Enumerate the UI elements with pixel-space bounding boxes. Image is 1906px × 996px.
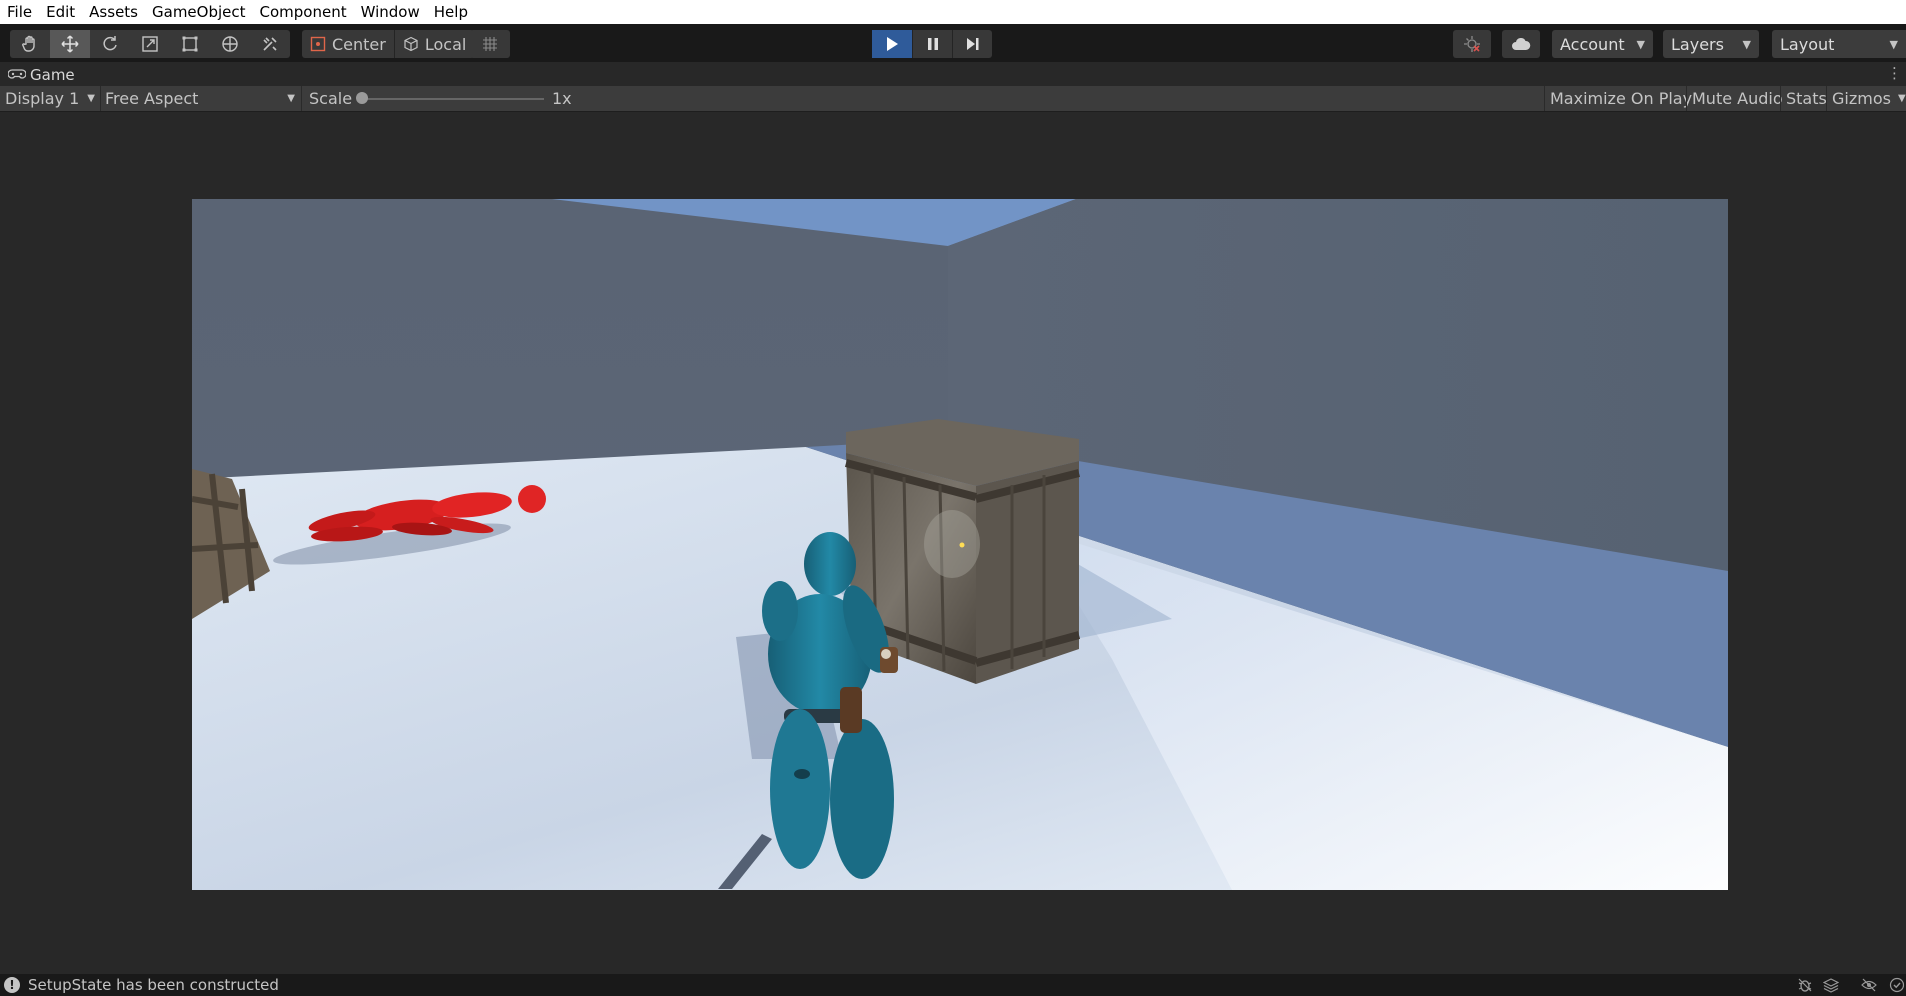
gamepad-icon bbox=[7, 66, 27, 84]
pivot-mode-button[interactable]: Center bbox=[302, 30, 394, 58]
local-cube-icon bbox=[403, 36, 419, 52]
game-view-toolbar: Display 1 ▼ Free Aspect ▼ Scale 1x Maxim… bbox=[0, 86, 1906, 112]
custom-tool-button[interactable] bbox=[250, 30, 290, 58]
layers-dropdown[interactable]: Layers ▼ bbox=[1663, 30, 1759, 58]
pivot-mode-label: Center bbox=[332, 34, 386, 54]
gizmos-toggle[interactable]: Gizmos bbox=[1828, 86, 1895, 111]
caret-down-icon: ▼ bbox=[1636, 37, 1645, 51]
collab-icon bbox=[1463, 35, 1481, 53]
grid-snap-icon bbox=[481, 35, 499, 53]
rotate-tool-button[interactable] bbox=[90, 30, 130, 58]
status-bar: ! SetupState has been constructed bbox=[0, 974, 1906, 996]
account-label: Account bbox=[1560, 34, 1625, 54]
scale-value: 1x bbox=[552, 89, 572, 108]
bug-icon[interactable] bbox=[1796, 977, 1814, 993]
transform-tool-button[interactable] bbox=[210, 30, 250, 58]
toolbar-divider bbox=[301, 86, 302, 111]
play-icon bbox=[885, 36, 899, 52]
move-tool-button[interactable] bbox=[50, 30, 90, 58]
menu-file[interactable]: File bbox=[0, 0, 39, 24]
stats-toggle[interactable]: Stats bbox=[1782, 86, 1831, 111]
display-dropdown[interactable]: Display 1 ▼ bbox=[5, 86, 95, 111]
status-message[interactable]: SetupState has been constructed bbox=[28, 976, 279, 994]
hand-tool-icon bbox=[20, 34, 40, 54]
menu-bar: File Edit Assets GameObject Component Wi… bbox=[0, 0, 1906, 24]
caret-down-icon: ▼ bbox=[87, 93, 95, 104]
cloud-button[interactable] bbox=[1502, 30, 1540, 58]
pivot-center-icon bbox=[310, 36, 326, 52]
kebab-menu-icon: ⋮ bbox=[1887, 64, 1902, 82]
custom-tool-icon bbox=[260, 34, 280, 54]
toolbar-divider bbox=[1826, 86, 1827, 111]
cloud-icon bbox=[1511, 37, 1531, 51]
rotate-tool-icon bbox=[100, 34, 120, 54]
toolbar-divider bbox=[1780, 86, 1781, 111]
menu-assets[interactable]: Assets bbox=[82, 0, 145, 24]
play-controls bbox=[872, 30, 992, 58]
menu-gameobject[interactable]: GameObject bbox=[145, 0, 253, 24]
info-icon: ! bbox=[4, 977, 20, 993]
mute-audio-toggle[interactable]: Mute Audio bbox=[1688, 86, 1787, 111]
aspect-label: Free Aspect bbox=[105, 89, 199, 108]
game-tab-strip: Game ⋮ bbox=[0, 62, 1906, 86]
rect-tool-icon bbox=[180, 34, 200, 54]
pause-button[interactable] bbox=[913, 30, 952, 58]
menu-component[interactable]: Component bbox=[253, 0, 354, 24]
main-toolbar: Center Local Account ▼ Layers ▼ Layout ▼ bbox=[0, 24, 1906, 62]
toolbar-divider bbox=[100, 86, 101, 111]
scale-label: Scale bbox=[309, 89, 353, 108]
menu-help[interactable]: Help bbox=[427, 0, 475, 24]
aspect-dropdown[interactable]: Free Aspect ▼ bbox=[105, 86, 295, 111]
account-dropdown[interactable]: Account ▼ bbox=[1552, 30, 1653, 58]
rect-tool-button[interactable] bbox=[170, 30, 210, 58]
gizmos-dropdown-arrow[interactable]: ▼ bbox=[1898, 86, 1906, 111]
tab-game[interactable]: Game bbox=[7, 64, 75, 86]
step-icon bbox=[966, 37, 980, 51]
caret-down-icon: ▼ bbox=[287, 93, 295, 104]
game-scene bbox=[192, 199, 1728, 890]
step-button[interactable] bbox=[953, 30, 992, 58]
layout-label: Layout bbox=[1780, 34, 1835, 54]
scale-slider-track[interactable] bbox=[362, 98, 544, 100]
cloud-controls bbox=[1502, 30, 1540, 58]
pivot-rotation-button[interactable]: Local bbox=[395, 30, 474, 58]
toolbar-divider bbox=[1544, 86, 1545, 111]
check-circle-icon[interactable] bbox=[1888, 977, 1906, 993]
caret-down-icon: ▼ bbox=[1889, 37, 1898, 51]
hand-tool-button[interactable] bbox=[10, 30, 50, 58]
menu-edit[interactable]: Edit bbox=[39, 0, 82, 24]
pivot-controls: Center Local bbox=[302, 30, 475, 58]
toolbar-divider bbox=[1686, 86, 1687, 111]
layout-dropdown[interactable]: Layout ▼ bbox=[1772, 30, 1906, 58]
maximize-on-play-toggle[interactable]: Maximize On Play bbox=[1546, 86, 1696, 111]
display-label: Display 1 bbox=[5, 89, 80, 108]
layers-label: Layers bbox=[1671, 34, 1724, 54]
scale-slider-thumb[interactable] bbox=[356, 92, 368, 104]
snap-controls bbox=[470, 30, 510, 58]
play-button[interactable] bbox=[872, 30, 912, 58]
menu-window[interactable]: Window bbox=[354, 0, 427, 24]
eye-off-icon[interactable] bbox=[1860, 977, 1878, 993]
tab-menu-button[interactable]: ⋮ bbox=[1887, 64, 1902, 82]
pause-icon bbox=[927, 37, 939, 51]
caret-down-icon: ▼ bbox=[1742, 37, 1751, 51]
scale-tool-icon bbox=[140, 34, 160, 54]
collab-button[interactable] bbox=[1453, 30, 1491, 58]
layers-stack-icon[interactable] bbox=[1822, 977, 1840, 993]
tab-game-label: Game bbox=[30, 66, 75, 84]
transform-tools bbox=[10, 30, 290, 58]
grid-snap-button[interactable] bbox=[470, 30, 510, 58]
pivot-rotation-label: Local bbox=[424, 34, 467, 54]
scale-tool-button[interactable] bbox=[130, 30, 170, 58]
move-tool-icon bbox=[60, 34, 80, 54]
collab-controls bbox=[1453, 30, 1491, 58]
transform-tool-icon bbox=[220, 34, 240, 54]
game-viewport[interactable] bbox=[192, 199, 1728, 890]
